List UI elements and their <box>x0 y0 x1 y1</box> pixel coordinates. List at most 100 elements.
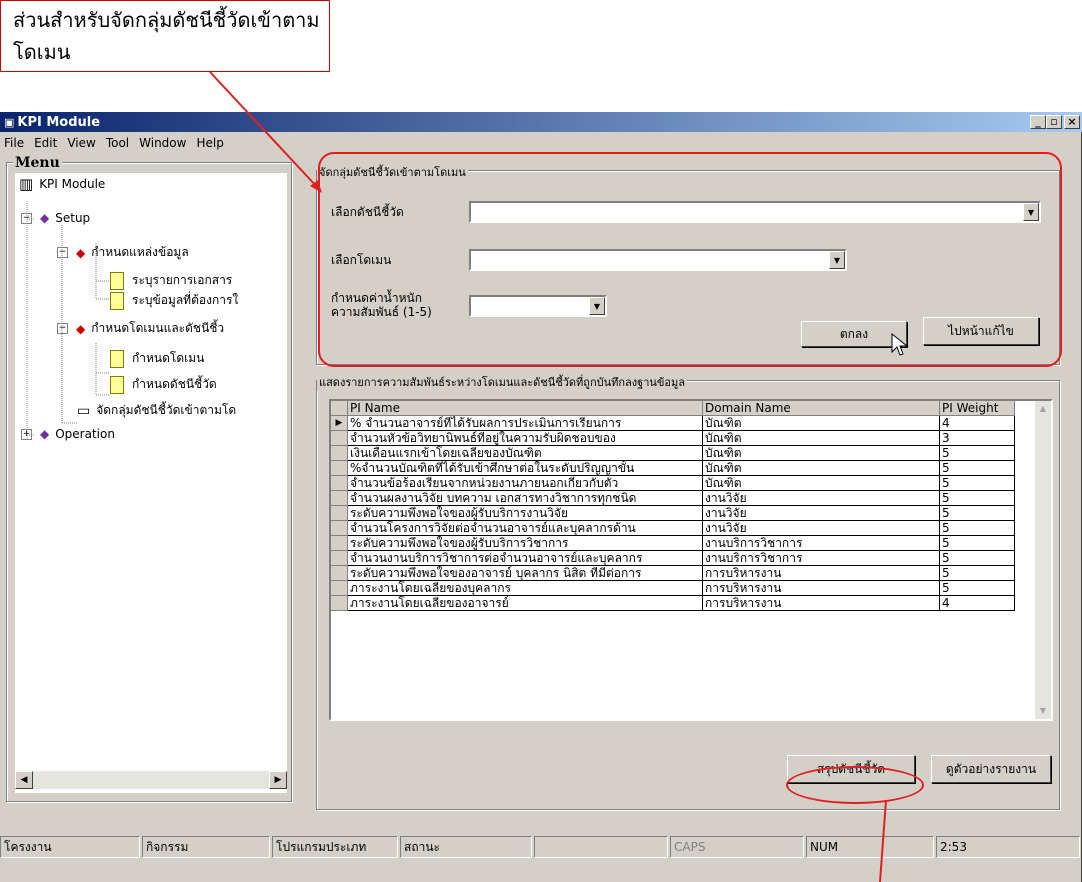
cell-pi-name[interactable]: ระดับความพึงพอใจของอาจารย์ บุคลากร นิสิต… <box>347 565 703 581</box>
grid-vscrollbar[interactable]: ▲ ▼ <box>1035 401 1051 719</box>
table-row[interactable]: %จำนวนบัณฑิตที่ได้รับเข้าศึกษาต่อในระดับ… <box>331 460 1015 476</box>
scroll-down-icon[interactable]: ▼ <box>1035 703 1051 719</box>
tree-node-datareq[interactable]: ระบุข้อมูลที่ต้องการใ <box>110 291 238 310</box>
menu-help[interactable]: Help <box>196 136 223 154</box>
cell-weight[interactable]: 5 <box>939 535 1015 551</box>
cell-pi-name[interactable]: ระดับความพึงพอใจของผู้รับบริการงานวิจัย <box>347 505 703 521</box>
table-row[interactable]: จำนวนข้อร้องเรียนจากหน่วยงานภายนอกเกี่ยว… <box>331 475 1015 491</box>
cell-weight[interactable]: 5 <box>939 505 1015 521</box>
tree-node-domain[interactable]: กำหนดโดเมน <box>110 349 204 368</box>
scroll-up-icon[interactable]: ▲ <box>1035 401 1051 417</box>
cell-domain[interactable]: บัณฑิต <box>702 475 940 491</box>
cell-weight[interactable]: 5 <box>939 460 1015 476</box>
table-row[interactable]: ระดับความพึงพอใจของอาจารย์ บุคลากร นิสิต… <box>331 565 1015 581</box>
summary-button[interactable]: สรุปดัชนีชี้วัด <box>787 755 915 783</box>
cell-pi-name[interactable]: จำนวนหัวข้อวิทยานิพนธ์ที่อยู่ในความรับผิ… <box>347 430 703 446</box>
cell-weight[interactable]: 4 <box>939 595 1015 611</box>
cell-pi-name[interactable]: จำนวนโครงการวิจัยต่อจำนวนอาจารย์และบุคลา… <box>347 520 703 536</box>
cell-domain[interactable]: การบริหารงาน <box>702 595 940 611</box>
tree-node-operation[interactable]: + ◆ Operation <box>21 427 115 441</box>
grouping-form: จัดกลุ่มดัชนีชี้วัดเข้าตามโดเมน เลือกดัช… <box>316 163 1060 365</box>
cell-pi-name[interactable]: จำนวนผลงานวิจัย บทความ เอกสารทางวิชาการท… <box>347 490 703 506</box>
tree-node-domainpi[interactable]: − ◆ กำหนดโดเมนและดัชนีชี้ว <box>57 319 224 338</box>
cell-domain[interactable]: งานวิจัย <box>702 520 940 536</box>
cell-domain[interactable]: งานวิจัย <box>702 490 940 506</box>
pi-select[interactable]: ▼ <box>469 201 1041 223</box>
domain-select[interactable]: ▼ <box>469 249 847 271</box>
chevron-down-icon[interactable]: ▼ <box>589 297 605 315</box>
expand-icon[interactable]: + <box>21 428 32 440</box>
tree-node-datasource[interactable]: − ◆ กำหนดแหล่งข้อมูล <box>57 243 189 262</box>
tree-root[interactable]: ▥ KPI Module <box>19 175 105 193</box>
cell-domain[interactable]: บัณฑิต <box>702 445 940 461</box>
tree-node-pi[interactable]: กำหนดดัชนีชี้วัด <box>110 375 217 394</box>
chevron-down-icon[interactable]: ▼ <box>1023 203 1039 221</box>
folder-icon <box>110 291 124 310</box>
tree-node-group[interactable]: ▭ จัดกลุ่มดัชนีชี้วัดเข้าตามโด <box>77 401 236 420</box>
domain-label: เลือกโดเมน <box>331 253 392 267</box>
report-preview-button[interactable]: ดูตัวอย่างรายงาน <box>931 755 1051 783</box>
cell-domain[interactable]: งานวิจัย <box>702 505 940 521</box>
column-header-pi-name[interactable]: PI Name <box>347 401 703 416</box>
menu-edit[interactable]: Edit <box>34 136 57 154</box>
cell-weight[interactable]: 5 <box>939 550 1015 566</box>
cell-pi-name[interactable]: จำนวนงานบริการวิชาการต่อจำนวนอาจารย์และบ… <box>347 550 703 566</box>
edit-page-button[interactable]: ไปหน้าแก้ไข <box>923 317 1039 345</box>
cell-weight[interactable]: 5 <box>939 520 1015 536</box>
menu-view[interactable]: View <box>67 136 95 154</box>
close-button[interactable]: × <box>1064 115 1080 129</box>
column-header-pi-weight[interactable]: PI Weight <box>939 401 1015 416</box>
cell-domain[interactable]: บัณฑิต <box>702 430 940 446</box>
restore-button[interactable]: ▫ <box>1046 115 1062 129</box>
cell-weight[interactable]: 5 <box>939 565 1015 581</box>
cell-pi-name[interactable]: ระดับความพึงพอใจของผู้รับบริการวิชาการ <box>347 535 703 551</box>
table-row[interactable]: ภาระงานโดยเฉลี่ยของอาจารย์ การบริหารงาน 4 <box>331 595 1015 611</box>
table-row[interactable]: ภาระงานโดยเฉลี่ยของบุคลากร การบริหารงาน 5 <box>331 580 1015 596</box>
cell-pi-name[interactable]: %จำนวนบัณฑิตที่ได้รับเข้าศึกษาต่อในระดับ… <box>347 460 703 476</box>
table-row[interactable]: จำนวนงานบริการวิชาการต่อจำนวนอาจารย์และบ… <box>331 550 1015 566</box>
cell-pi-name[interactable]: จำนวนข้อร้องเรียนจากหน่วยงานภายนอกเกี่ยว… <box>347 475 703 491</box>
relations-grid[interactable]: PI Name Domain Name PI Weight ▶% จำนวนอา… <box>329 399 1053 721</box>
table-row[interactable]: ▶% จำนวนอาจารย์ที่ได้รับผลการประเมินการเ… <box>331 415 1015 431</box>
cell-pi-name[interactable]: เงินเดือนแรกเข้าโดยเฉลี่ยของบัณฑิต <box>347 445 703 461</box>
collapse-icon[interactable]: − <box>57 323 68 334</box>
cell-pi-name[interactable]: ภาระงานโดยเฉลี่ยของบุคลากร <box>347 580 703 596</box>
cell-domain[interactable]: บัณฑิต <box>702 415 940 431</box>
cell-weight[interactable]: 5 <box>939 490 1015 506</box>
collapse-icon[interactable]: − <box>21 212 32 224</box>
table-row[interactable]: เงินเดือนแรกเข้าโดยเฉลี่ยของบัณฑิต บัณฑิต… <box>331 445 1015 461</box>
table-row[interactable]: ระดับความพึงพอใจของผู้รับบริการงานวิจัยง… <box>331 505 1015 521</box>
scroll-right-button[interactable]: ▶ <box>269 771 287 789</box>
cell-domain[interactable]: งานบริการวิชาการ <box>702 535 940 551</box>
sidebar-hscrollbar[interactable]: ◀ ▶ <box>15 771 287 789</box>
cell-pi-name[interactable]: ภาระงานโดยเฉลี่ยของอาจารย์ <box>347 595 703 611</box>
scroll-left-button[interactable]: ◀ <box>15 771 33 789</box>
menu-file[interactable]: File <box>4 136 24 154</box>
cell-weight[interactable]: 4 <box>939 415 1015 431</box>
collapse-icon[interactable]: − <box>57 247 68 258</box>
chevron-down-icon[interactable]: ▼ <box>829 251 845 269</box>
column-header-domain-name[interactable]: Domain Name <box>702 401 940 416</box>
cell-weight[interactable]: 5 <box>939 445 1015 461</box>
cell-domain[interactable]: บัณฑิต <box>702 460 940 476</box>
weight-select[interactable]: ▼ <box>469 295 607 317</box>
minimize-button[interactable]: _ <box>1030 115 1046 129</box>
table-row[interactable]: ระดับความพึงพอใจของผู้รับบริการวิชาการ งา… <box>331 535 1015 551</box>
menu-window[interactable]: Window <box>139 136 186 154</box>
cell-pi-name[interactable]: % จำนวนอาจารย์ที่ได้รับผลการประเมินการเร… <box>347 415 703 431</box>
table-row[interactable]: จำนวนผลงานวิจัย บทความ เอกสารทางวิชาการท… <box>331 490 1015 506</box>
relations-group-title: แสดงรายการความสัมพันธ์ระหว่างโดเมนและดัช… <box>317 373 688 391</box>
tree-node-setup[interactable]: − ◆ Setup <box>21 211 90 225</box>
menu-tool[interactable]: Tool <box>106 136 129 154</box>
tree-node-label: จัดกลุ่มดัชนีชี้วัดเข้าตามโด <box>96 403 237 417</box>
cell-weight[interactable]: 5 <box>939 580 1015 596</box>
cell-domain[interactable]: การบริหารงาน <box>702 580 940 596</box>
table-row[interactable]: จำนวนโครงการวิจัยต่อจำนวนอาจารย์และบุคลา… <box>331 520 1015 536</box>
cell-domain[interactable]: การบริหารงาน <box>702 565 940 581</box>
weight-label-line1: กำหนดค่าน้ำหนัก <box>331 291 422 305</box>
cell-weight[interactable]: 5 <box>939 475 1015 491</box>
tree-node-doclist[interactable]: ระบุรายการเอกสาร <box>110 271 232 290</box>
cell-domain[interactable]: งานบริการวิชาการ <box>702 550 940 566</box>
table-row[interactable]: จำนวนหัวข้อวิทยานิพนธ์ที่อยู่ในความรับผิ… <box>331 430 1015 446</box>
cell-weight[interactable]: 3 <box>939 430 1015 446</box>
